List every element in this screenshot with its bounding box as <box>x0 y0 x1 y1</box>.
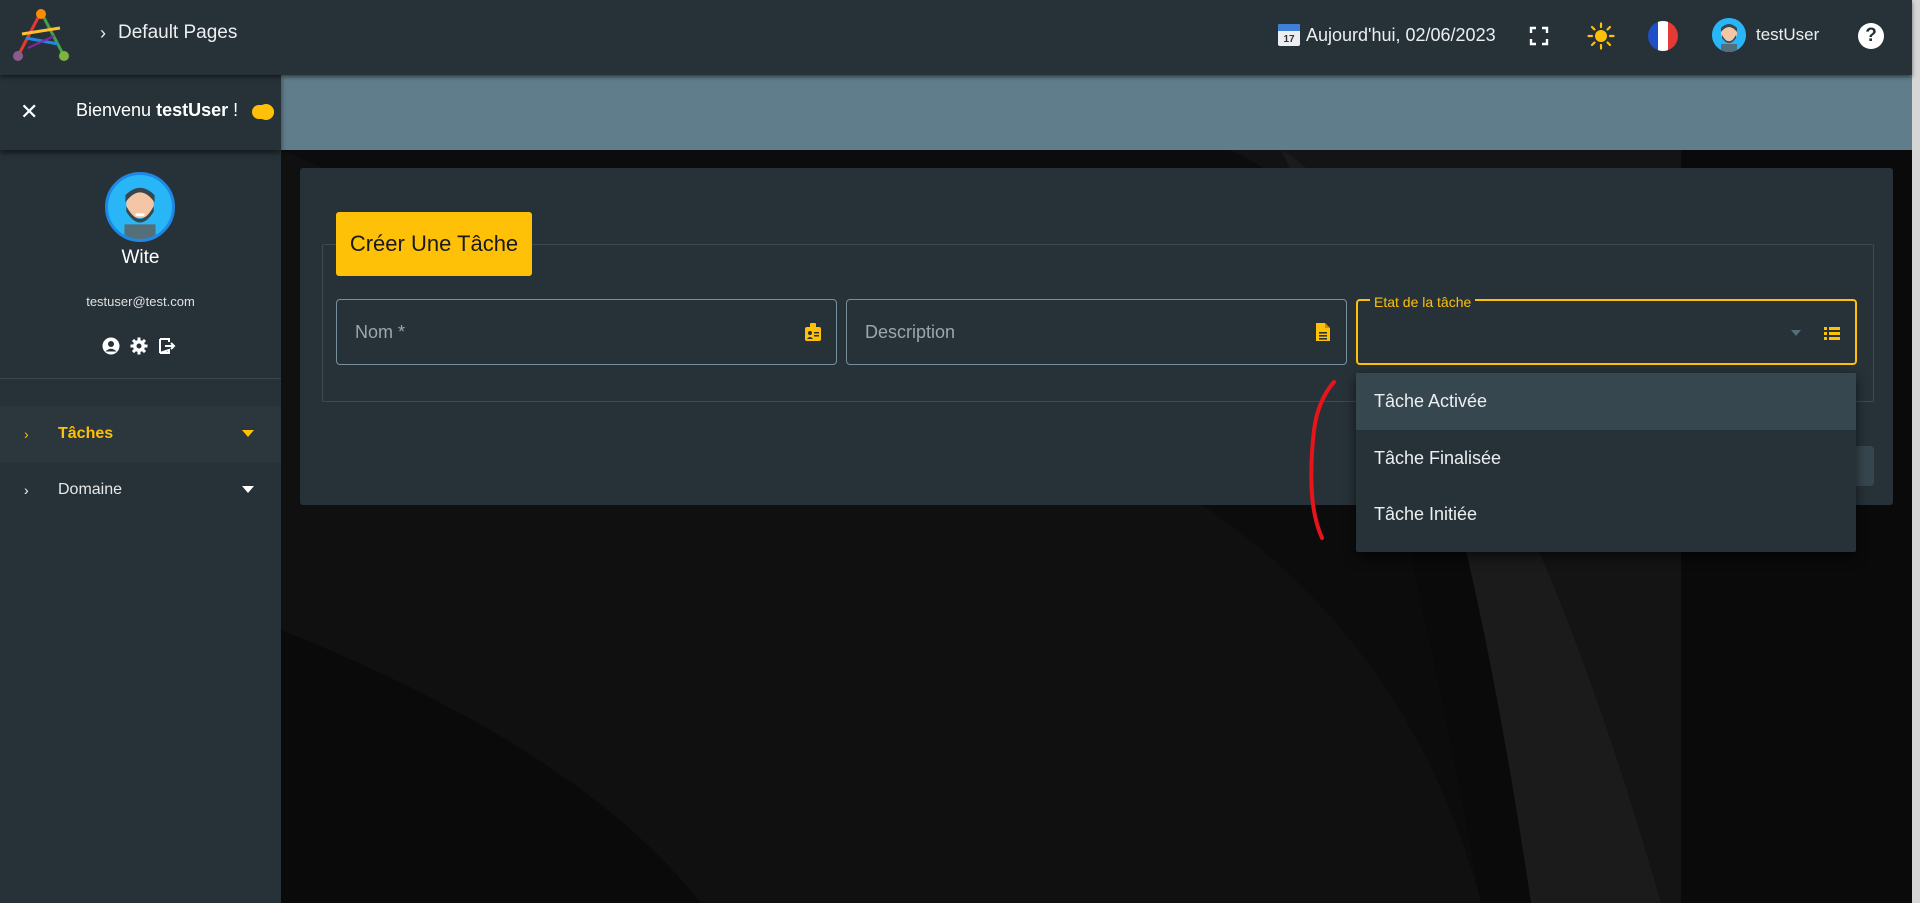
annotation-scribble <box>1309 380 1336 540</box>
date-display: 17 Aujourd'hui, 02/06/2023 <box>1278 24 1496 46</box>
username-label: testUser <box>1756 25 1820 44</box>
caret-down-icon <box>242 486 254 493</box>
calendar-icon: 17 <box>1278 24 1300 46</box>
profile-actions <box>102 337 176 355</box>
close-icon[interactable]: ✕ <box>20 99 38 125</box>
sidebar-header: ✕ Bienvenu testUser ! <box>0 75 281 150</box>
help-icon[interactable]: ? <box>1858 23 1884 49</box>
profile-name: Wite <box>121 247 160 268</box>
chevron-right-icon: › <box>24 482 29 498</box>
user-circle-icon[interactable] <box>102 337 120 355</box>
theme-toggle[interactable] <box>252 104 274 120</box>
id-badge-icon <box>805 323 821 341</box>
option-tache-initiee[interactable]: Tâche Initiée <box>1356 486 1856 543</box>
chevron-right-icon: › <box>100 22 106 43</box>
date-label: Aujourd'hui, 02/06/2023 <box>1306 24 1496 45</box>
fullscreen-icon[interactable] <box>1529 26 1549 46</box>
description-field[interactable]: Description <box>846 299 1347 365</box>
list-icon <box>1824 327 1840 340</box>
name-field[interactable]: Nom * <box>336 299 837 365</box>
option-tache-finalisee[interactable]: Tâche Finalisée <box>1356 430 1856 487</box>
scrollbar[interactable] <box>1912 0 1920 903</box>
divider <box>0 378 281 379</box>
chevron-right-icon: › <box>24 426 29 442</box>
form-title: Créer Une Tâche <box>336 212 532 276</box>
avatar <box>1712 18 1746 52</box>
profile-email: testuser@test.com <box>86 294 195 309</box>
sidebar-item-domaine[interactable]: › Domaine <box>0 462 281 518</box>
description-placeholder: Description <box>865 322 956 342</box>
sidebar-item-label: Tâches <box>58 425 114 442</box>
page-header-band <box>281 75 1912 150</box>
file-text-icon <box>1316 323 1330 341</box>
breadcrumb[interactable]: › Default Pages <box>100 22 237 44</box>
logout-icon[interactable] <box>158 337 176 355</box>
option-tache-activee[interactable]: Tâche Activée <box>1356 373 1856 430</box>
task-state-label: Etat de la tâche <box>1370 294 1476 310</box>
gear-icon[interactable] <box>130 337 148 355</box>
user-menu[interactable]: testUser <box>1712 18 1819 52</box>
sidebar: ✕ Bienvenu testUser ! Wite testuser@test… <box>0 75 281 903</box>
breadcrumb-label: Default Pages <box>118 22 238 43</box>
dropdown-arrow-icon[interactable] <box>1791 330 1801 336</box>
profile-avatar <box>105 172 175 242</box>
sun-icon[interactable] <box>1587 22 1615 50</box>
caret-down-icon <box>242 430 254 437</box>
welcome-message: Bienvenu testUser ! <box>76 100 239 120</box>
sidebar-item-taches[interactable]: › Tâches <box>0 406 281 462</box>
name-placeholder: Nom * <box>355 322 406 342</box>
app-logo[interactable] <box>8 6 74 66</box>
task-state-dropdown: Tâche Activée Tâche Finalisée Tâche Init… <box>1356 373 1856 552</box>
french-flag-icon[interactable] <box>1648 21 1678 51</box>
task-state-select[interactable]: Etat de la tâche <box>1356 294 1857 365</box>
sidebar-item-label: Domaine <box>58 481 123 498</box>
top-bar: › Default Pages 17 Aujourd'hui, 02/06/20… <box>0 0 1912 75</box>
